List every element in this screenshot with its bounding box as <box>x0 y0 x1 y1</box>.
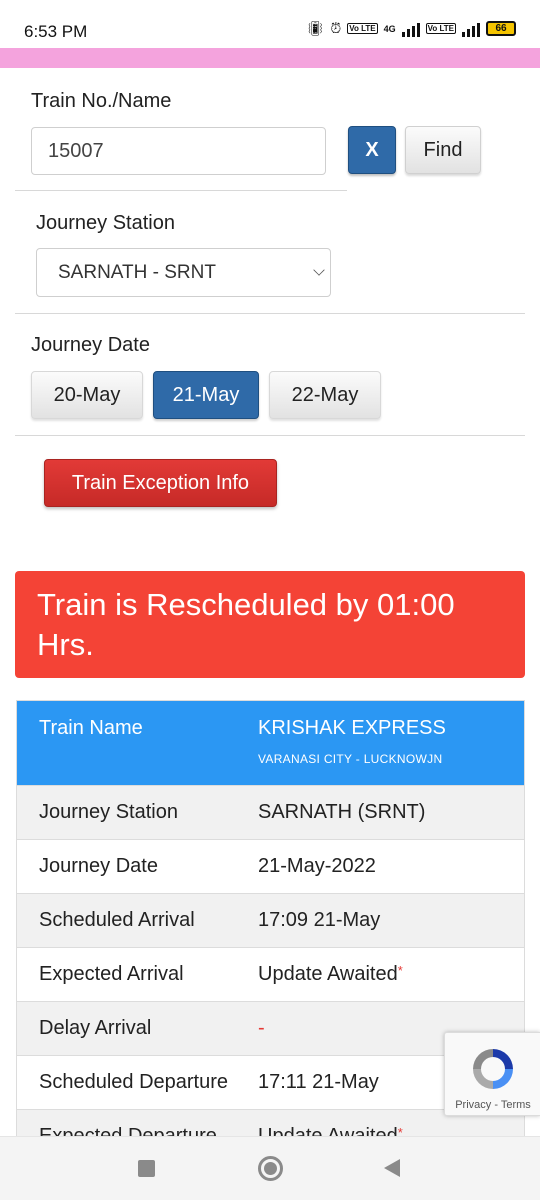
recents-icon[interactable] <box>138 1160 155 1177</box>
home-icon[interactable] <box>258 1156 283 1181</box>
navigation-bar <box>0 1136 540 1200</box>
divider <box>15 313 525 314</box>
recaptcha-badge[interactable]: Privacy - Terms <box>444 1032 540 1116</box>
status-bar: 6:53 PM 📳︎ ⏰︎ Vo LTE 4G Vo LTE 66 <box>0 0 540 48</box>
table-value: KRISHAK EXPRESS VARANASI CITY - LUCKNOWJ… <box>258 717 524 766</box>
network-type: 4G <box>383 23 396 34</box>
chevron-down-icon <box>313 264 325 276</box>
journey-date-label: Journey Date <box>31 334 150 356</box>
station-select[interactable]: SARNATH - SRNT <box>36 248 331 297</box>
divider <box>15 190 347 191</box>
value-text: Update Awaited <box>258 963 398 985</box>
recaptcha-terms-link[interactable]: Privacy - Terms <box>445 1099 540 1111</box>
signal-icon-2 <box>462 21 480 37</box>
train-label: Train No./Name <box>31 90 172 112</box>
volte-icon-2: Vo LTE <box>425 23 456 34</box>
table-key: Journey Station <box>39 801 178 823</box>
table-key: Scheduled Arrival <box>39 909 195 931</box>
table-key: Journey Date <box>39 855 158 877</box>
clear-button[interactable]: X <box>348 126 396 174</box>
date-option-20-may[interactable]: 20-May <box>31 371 143 419</box>
train-exception-info-button[interactable]: Train Exception Info <box>44 459 277 507</box>
table-row: Scheduled Arrival 17:09 21-May <box>17 893 524 947</box>
table-value: SARNATH (SRNT) <box>258 801 426 823</box>
journey-station-label: Journey Station <box>36 212 175 234</box>
table-row: Expected Arrival Update Awaited* <box>17 947 524 1001</box>
alarm-icon: ⏰︎ <box>330 20 342 36</box>
table-key: Delay Arrival <box>39 1017 152 1039</box>
train-route: VARANASI CITY - LUCKNOWJN <box>258 752 443 766</box>
vibrate-off-icon: 📳︎ <box>306 20 325 36</box>
required-mark: * <box>397 963 403 978</box>
recaptcha-icon <box>473 1049 513 1089</box>
date-option-21-may[interactable]: 21-May <box>153 371 259 419</box>
table-row: Journey Date 21-May-2022 <box>17 839 524 893</box>
signal-icon <box>401 21 420 37</box>
table-key: Scheduled Departure <box>39 1071 229 1093</box>
volte-icon: Vo LTE <box>347 23 378 34</box>
train-input[interactable] <box>31 127 326 175</box>
table-key: Expected Arrival <box>39 963 184 985</box>
status-time: 6:53 PM <box>24 22 88 41</box>
battery-icon: 66 <box>486 21 516 36</box>
reschedule-alert: Train is Rescheduled by 01:00 Hrs. <box>15 571 525 678</box>
divider <box>15 435 525 436</box>
table-header-row: Train Name KRISHAK EXPRESS VARANASI CITY… <box>17 701 524 785</box>
table-value: 21-May-2022 <box>258 855 376 877</box>
table-key: Train Name <box>39 717 143 739</box>
train-name-value: KRISHAK EXPRESS <box>258 717 446 739</box>
find-button[interactable]: Find <box>405 126 481 174</box>
table-row: Journey Station SARNATH (SRNT) <box>17 785 524 839</box>
status-icons: 📳︎ ⏰︎ Vo LTE 4G Vo LTE 66 <box>307 20 516 37</box>
station-selected-value: SARNATH - SRNT <box>58 261 216 283</box>
table-value: Update Awaited* <box>258 963 524 986</box>
table-value: 17:09 21-May <box>258 909 381 931</box>
date-option-22-may[interactable]: 22-May <box>269 371 381 419</box>
back-icon[interactable] <box>384 1159 400 1177</box>
top-accent-bar <box>0 48 540 68</box>
